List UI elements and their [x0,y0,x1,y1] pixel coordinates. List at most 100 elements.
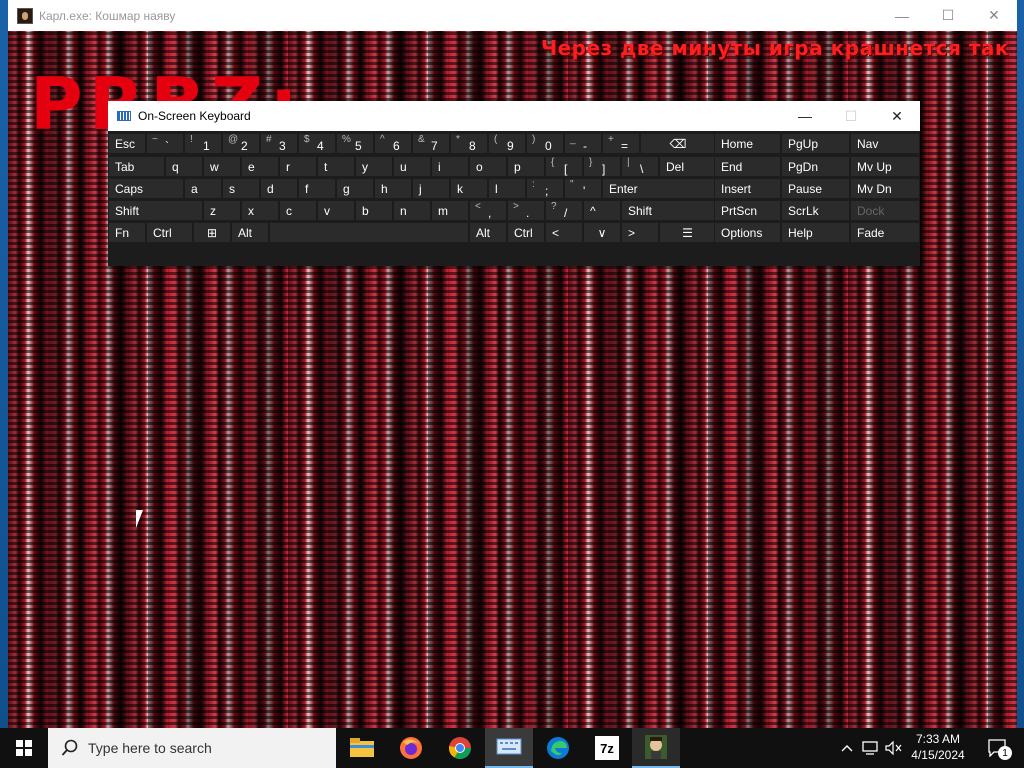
key-row5-6[interactable]: Ctrl [507,222,545,243]
key-row2-14[interactable]: Del [659,156,716,177]
key-row3-7[interactable]: j [412,178,450,199]
key-row1-9[interactable]: * 8 [450,133,488,154]
nav-key-4-1[interactable]: Help [781,222,850,243]
key-row3-11[interactable]: " ' [564,178,602,199]
game-close-button[interactable]: ✕ [971,0,1017,31]
key-row3-0[interactable]: Caps [108,178,184,199]
key-row2-8[interactable]: i [431,156,469,177]
key-row5-4[interactable] [269,222,469,243]
key-row1-12[interactable]: _ - [564,133,602,154]
nav-key-1-1[interactable]: PgDn [781,156,850,177]
key-row2-2[interactable]: w [203,156,241,177]
key-row3-6[interactable]: h [374,178,412,199]
key-row1-8[interactable]: & 7 [412,133,450,154]
key-row4-5[interactable]: b [355,200,393,221]
taskbar-search-box[interactable]: Type here to search [48,728,336,768]
key-row1-7[interactable]: ^ 6 [374,133,412,154]
key-row4-10[interactable]: ? / [545,200,583,221]
key-row5-10[interactable]: ☰ [659,222,716,243]
taskbar-game-karl[interactable] [632,728,680,768]
key-row3-3[interactable]: d [260,178,298,199]
key-row2-13[interactable]: | \ [621,156,659,177]
key-row3-9[interactable]: l [488,178,526,199]
key-row4-9[interactable]: >. [507,200,545,221]
key-row4-0[interactable]: Shift [108,200,203,221]
key-row2-7[interactable]: u [393,156,431,177]
nav-key-4-0[interactable]: Options [714,222,781,243]
key-row5-3[interactable]: Alt [231,222,269,243]
key-row3-10[interactable]: :; [526,178,564,199]
nav-key-2-1[interactable]: Pause [781,178,850,199]
osk-titlebar[interactable]: On-Screen Keyboard — ☐ ✕ [108,101,920,131]
key-row4-12[interactable]: Shift [621,200,716,221]
key-row2-11[interactable]: {[ [545,156,583,177]
tray-chevron-up-icon[interactable] [838,728,856,768]
key-row4-8[interactable]: <, [469,200,507,221]
key-row1-2[interactable]: ! 1 [184,133,222,154]
nav-key-1-2[interactable]: Mv Up [850,156,920,177]
key-row4-11[interactable]: ^ [583,200,621,221]
key-row2-9[interactable]: o [469,156,507,177]
nav-key-0-0[interactable]: Home [714,133,781,154]
key-row1-6[interactable]: % 5 [336,133,374,154]
key-row1-5[interactable]: $4 [298,133,336,154]
nav-key-0-1[interactable]: PgUp [781,133,850,154]
key-row2-4[interactable]: r [279,156,317,177]
key-row1-11[interactable]: ) 0 [526,133,564,154]
key-row5-2[interactable]: ⊞ [193,222,231,243]
key-row3-2[interactable]: s [222,178,260,199]
key-row2-12[interactable]: }] [583,156,621,177]
key-row4-7[interactable]: m [431,200,469,221]
key-row3-8[interactable]: k [450,178,488,199]
key-row1-0[interactable]: Esc [108,133,146,154]
key-row2-1[interactable]: q [165,156,203,177]
osk-close-button[interactable]: ✕ [874,101,920,131]
key-row5-8[interactable]: ∨ [583,222,621,243]
key-row1-10[interactable]: (9 [488,133,526,154]
game-titlebar[interactable]: Карл.exe: Кошмар наяву — ☐ ✕ [8,0,1017,31]
key-row1-3[interactable]: @2 [222,133,260,154]
network-icon[interactable] [860,728,882,768]
key-row1-4[interactable]: #3 [260,133,298,154]
nav-key-4-2[interactable]: Fade [850,222,920,243]
key-row5-5[interactable]: Alt [469,222,507,243]
key-row5-7[interactable]: < [545,222,583,243]
key-row5-9[interactable]: > [621,222,659,243]
nav-key-1-0[interactable]: End [714,156,781,177]
nav-key-2-2[interactable]: Mv Dn [850,178,920,199]
key-row3-4[interactable]: f [298,178,336,199]
key-row2-5[interactable]: t [317,156,355,177]
taskbar-firefox[interactable] [387,728,435,768]
taskbar-file-explorer[interactable] [338,728,386,768]
volume-muted-icon[interactable] [883,728,905,768]
game-maximize-button[interactable]: ☐ [925,0,971,31]
action-center-button[interactable]: 1 [980,728,1016,768]
key-row2-6[interactable]: y [355,156,393,177]
nav-key-2-0[interactable]: Insert [714,178,781,199]
game-minimize-button[interactable]: — [879,0,925,31]
key-row2-10[interactable]: p [507,156,545,177]
key-row1-13[interactable]: + = [602,133,640,154]
key-row2-0[interactable]: Tab [108,156,165,177]
nav-key-0-2[interactable]: Nav [850,133,920,154]
key-row3-5[interactable]: g [336,178,374,199]
key-row5-1[interactable]: Ctrl [146,222,193,243]
key-row1-14[interactable]: ⌫ [640,133,716,154]
key-row4-2[interactable]: x [241,200,279,221]
taskbar-7zip[interactable]: 7z [583,728,631,768]
nav-key-3-1[interactable]: ScrLk [781,200,850,221]
taskbar-chrome[interactable] [436,728,484,768]
key-row2-3[interactable]: e [241,156,279,177]
taskbar-edge[interactable] [534,728,582,768]
key-row3-1[interactable]: a [184,178,222,199]
key-row4-1[interactable]: z [203,200,241,221]
taskbar-on-screen-keyboard[interactable] [485,728,533,768]
key-row1-1[interactable]: ~ ` [146,133,184,154]
key-row4-3[interactable]: c [279,200,317,221]
key-row4-4[interactable]: v [317,200,355,221]
osk-minimize-button[interactable]: — [782,101,828,131]
key-row4-6[interactable]: n [393,200,431,221]
nav-key-3-0[interactable]: PrtScn [714,200,781,221]
key-row3-12[interactable]: Enter [602,178,716,199]
key-row5-0[interactable]: Fn [108,222,146,243]
